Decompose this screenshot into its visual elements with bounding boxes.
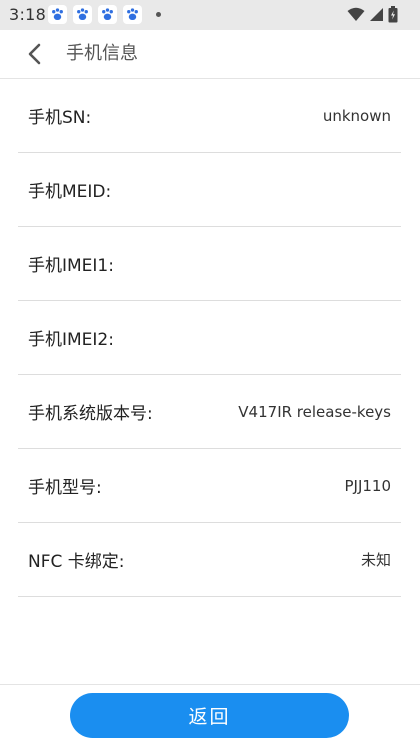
baidu-paw-icon [73, 5, 92, 24]
info-label: 手机系统版本号: [28, 404, 153, 424]
info-row-system-version: 手机系统版本号: V417IR release-keys [18, 375, 401, 449]
back-button[interactable] [22, 42, 46, 66]
more-notifications-dot-icon [156, 12, 161, 17]
info-label: 手机SN: [28, 108, 92, 128]
chevron-left-icon [28, 43, 41, 65]
phone-info-list: 手机SN: unknown 手机MEID: 手机IMEI1: 手机IMEI2: … [18, 79, 401, 597]
page-title: 手机信息 [66, 43, 138, 64]
info-row-sn: 手机SN: unknown [18, 79, 401, 153]
baidu-paw-icon [98, 5, 117, 24]
info-value: unknown [322, 106, 391, 125]
info-row-model: 手机型号: PJJ110 [18, 449, 401, 523]
info-row-imei2: 手机IMEI2: [18, 301, 401, 375]
info-row-imei1: 手机IMEI1: [18, 227, 401, 301]
signal-icon [369, 7, 384, 26]
baidu-paw-icon [48, 5, 67, 24]
status-bar: 3:18 [0, 0, 420, 30]
info-label: 手机IMEI1: [28, 256, 114, 276]
info-label: 手机型号: [28, 478, 102, 498]
info-row-meid: 手机MEID: [18, 153, 401, 227]
info-value: V417IR release-keys [238, 402, 391, 421]
baidu-paw-icon [123, 5, 142, 24]
info-label: 手机IMEI2: [28, 330, 114, 350]
notification-icons [48, 5, 142, 24]
app-bar: 手机信息 [0, 30, 420, 79]
battery-icon [388, 6, 398, 27]
info-label: 手机MEID: [28, 182, 112, 202]
status-indicators [347, 6, 398, 27]
bottom-bar: 返回 [0, 684, 420, 748]
info-value: PJJ110 [344, 476, 391, 495]
info-label: NFC 卡绑定: [28, 552, 125, 572]
info-value: 未知 [360, 551, 391, 569]
status-time: 3:18 [9, 5, 47, 24]
info-row-nfc-binding: NFC 卡绑定: 未知 [18, 523, 401, 597]
wifi-icon [347, 7, 365, 26]
return-button[interactable]: 返回 [70, 693, 349, 738]
